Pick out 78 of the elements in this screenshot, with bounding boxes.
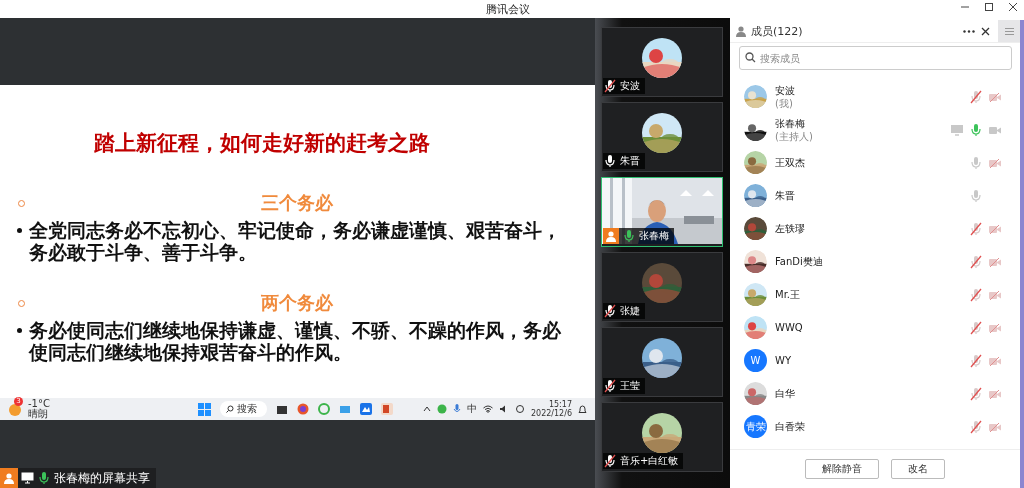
more-icon[interactable]	[963, 29, 975, 33]
browser-icon[interactable]	[317, 403, 330, 415]
slide-title: 踏上新征程，如何走好新的赶考之路	[94, 130, 430, 157]
muted-mic-icon[interactable]	[969, 287, 983, 302]
clock-time[interactable]: 15:17	[548, 400, 572, 409]
member-name: Mr.王	[775, 288, 800, 301]
screen-share-label: 张春梅的屏幕共享	[54, 469, 150, 487]
slides-app-icon[interactable]	[380, 403, 393, 415]
mic-icon	[37, 471, 51, 485]
muted-mic-icon[interactable]	[969, 89, 983, 104]
slide-heading: 两个务必	[261, 291, 333, 315]
member-name: 张春梅	[775, 116, 806, 130]
member-name: 朱晋	[775, 189, 795, 202]
video-tile[interactable]: 张春梅	[601, 177, 723, 247]
member-name: WY	[775, 354, 791, 367]
muted-mic-icon[interactable]	[969, 386, 983, 401]
mic-icon[interactable]	[969, 122, 983, 137]
video-tile[interactable]: 张婕	[601, 252, 723, 322]
screen-share-icon	[21, 472, 34, 484]
meeting-app-icon[interactable]	[359, 403, 372, 415]
participant-name: 张春梅	[639, 229, 669, 243]
start-icon[interactable]	[197, 402, 211, 416]
video-tile[interactable]: 王莹	[601, 327, 723, 397]
close-icon[interactable]	[1008, 2, 1018, 12]
app-tray-icon[interactable]	[436, 404, 447, 414]
avatar: 青荣	[744, 415, 767, 438]
video-tile[interactable]: 安波	[601, 27, 723, 97]
wifi-icon[interactable]	[482, 405, 493, 413]
muted-mic-icon[interactable]	[969, 320, 983, 335]
close-icon[interactable]	[981, 26, 990, 36]
bullet-icon	[17, 328, 22, 333]
member-name: WWQ	[775, 321, 803, 334]
search-field[interactable]: 搜索成员	[739, 46, 1012, 70]
action-button[interactable]: 改名	[891, 459, 945, 479]
member-role: (主持人)	[775, 129, 813, 143]
member-name: 白香荣	[775, 420, 805, 433]
muted-mic-icon[interactable]	[969, 254, 983, 269]
member-name: 白华	[775, 387, 795, 400]
panel-title: 成员(122)	[751, 23, 803, 39]
muted-mic-icon[interactable]	[969, 353, 983, 368]
maximize-icon[interactable]	[984, 2, 994, 12]
slide-heading: 三个务必	[261, 191, 333, 215]
member-name: 左轶璆	[775, 222, 805, 235]
taskbar-search[interactable]: 搜索	[219, 401, 267, 417]
weather-icon[interactable]	[8, 402, 22, 416]
slide-text: 全党同志务必不忘初心、牢记使命，务必谦虚谨慎、艰苦奋斗，务必敢于斗争、善于斗争。	[29, 219, 562, 263]
participant-name: 张婕	[620, 304, 640, 318]
member-name: FanDi樊迪	[775, 255, 823, 268]
host-icon	[3, 472, 15, 484]
mic-icon[interactable]	[452, 404, 461, 414]
muted-mic-icon[interactable]	[969, 221, 983, 236]
bullet-icon	[17, 228, 22, 233]
browser-icon[interactable]	[296, 403, 309, 415]
video-tile[interactable]: 朱晋	[601, 102, 723, 172]
member-name: 王双杰	[775, 156, 805, 169]
video-tile[interactable]: 音乐+白红敏	[601, 402, 723, 472]
clock-date[interactable]: 2022/12/6	[530, 409, 572, 418]
weather-text: 晴朗	[28, 409, 48, 419]
notification-icon[interactable]	[578, 404, 587, 414]
member-role: (我)	[775, 96, 794, 110]
participant-name: 王莹	[620, 379, 640, 393]
slide-text: 务必使同志们继续地保持谦虚、谨慎、不骄、不躁的作风，务必使同志们继续地保持艰苦奋斗的作风。	[29, 319, 562, 363]
avatar: W	[744, 349, 767, 372]
search-icon	[225, 405, 234, 413]
members-icon	[735, 25, 747, 37]
menu-icon	[1004, 27, 1014, 35]
member-name: 安波	[775, 83, 795, 97]
participant-name: 朱晋	[620, 154, 640, 168]
search-icon	[745, 52, 756, 63]
window-title: 腾讯会议	[486, 1, 530, 17]
caret-icon[interactable]	[422, 405, 431, 413]
participant-name: 音乐+白红敏	[620, 454, 679, 468]
muted-mic-icon[interactable]	[969, 419, 983, 434]
menu-button[interactable]	[998, 20, 1020, 42]
participant-name: 安波	[620, 79, 640, 93]
action-button[interactable]: 解除静音	[805, 459, 879, 479]
input-method-text[interactable]: 中	[466, 402, 477, 416]
temperature-text: -1°C	[28, 399, 50, 409]
